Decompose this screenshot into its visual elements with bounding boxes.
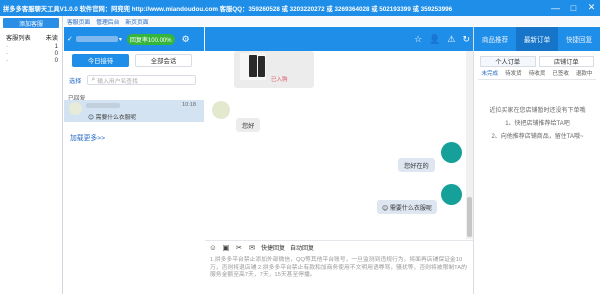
customer-name: ·: [6, 58, 8, 64]
unread-count: 0: [54, 51, 58, 57]
search-placeholder: 输入用户名查找: [97, 78, 138, 85]
tab-store-orders[interactable]: 店铺订单: [538, 56, 594, 67]
chat-header-icons: ☆ 👤 ⚠ ↻: [414, 34, 470, 45]
warning-icon[interactable]: ⚠: [447, 34, 455, 45]
status-tab[interactable]: 待收货: [525, 69, 549, 79]
customer-row[interactable]: · 0: [0, 58, 62, 65]
status-tab[interactable]: 已签收: [549, 69, 573, 79]
avatar: [441, 184, 462, 205]
session-header: ✓ ▾ 回复率100.00% ⚙: [64, 27, 204, 51]
customer-row[interactable]: · 0: [0, 51, 62, 58]
avatar: [69, 102, 82, 115]
link-new-page[interactable]: 新页页面: [125, 17, 148, 26]
maximize-icon[interactable]: □: [568, 2, 579, 13]
col-unread: 未读: [45, 35, 58, 42]
search-icon: ⌕: [91, 76, 96, 83]
image-icon[interactable]: ▣: [222, 243, 230, 252]
session-list-item[interactable]: 10:18 😊 需要什么衣服呢: [64, 100, 204, 122]
title-bar: 拼多多客服聊天工具V1.0.0 软件官网：阿兜兜 http://www.mian…: [0, 0, 600, 16]
minimize-icon[interactable]: —: [550, 2, 561, 13]
product-tag: 已入购: [271, 77, 288, 83]
scissors-icon[interactable]: ✂: [235, 243, 243, 252]
customer-list-header: 客服列表 未读: [0, 30, 62, 44]
status-tab[interactable]: 未完成: [478, 69, 502, 79]
tab-quick-reply[interactable]: 快捷回复: [558, 27, 600, 51]
product-image: [240, 53, 266, 80]
app-title: 拼多多客服聊天工具V1.0.0 软件官网：阿兜兜 http://www.mian…: [3, 5, 453, 13]
tab-today-reception[interactable]: 今日接待: [72, 54, 129, 67]
customer-name: ·: [6, 44, 8, 50]
chat-bubble-incoming: 您好: [236, 118, 261, 132]
pants-image: [249, 55, 257, 77]
col-customer-list: 客服列表: [6, 35, 31, 42]
right-panel: 商品推荐 最新订单 快捷回复 个人订单 店铺订单 未完成 待发货 待收货 已签收…: [473, 27, 600, 294]
emoji-icon[interactable]: ☺: [209, 243, 217, 252]
chat-header: ☆ 👤 ⚠ ↻: [205, 27, 478, 51]
product-card-message[interactable]: 已入购: [234, 51, 314, 88]
no-orders-line: 近拉买家在您店铺暂时还没有下单哦: [489, 108, 586, 114]
unread-count: 0: [54, 58, 58, 64]
customer-service-panel: 添加客服 客服列表 未读 · 1 · 0 · 0: [0, 16, 63, 294]
avatar: [212, 101, 230, 119]
unread-count: 1: [54, 44, 58, 50]
tab-all-sessions[interactable]: 全部会话: [135, 54, 192, 67]
no-orders-line: 1、快把店铺推荐给TA吧: [505, 121, 570, 127]
add-service-button[interactable]: 添加客服: [3, 18, 59, 28]
message-input[interactable]: 1.拼多多平台禁止添加外部微信，QQ等其他平台账号，一旦监测到违规行为，将面再店…: [205, 254, 473, 294]
link-service-page[interactable]: 客服页面: [67, 17, 90, 26]
status-tab[interactable]: 退款中: [572, 69, 596, 79]
chat-toolbar: ☺ ▣ ✂ ✉ 快捷回复 自动回复: [205, 240, 473, 254]
no-orders-message: 近拉买家在您店铺暂时还没有下单哦 1、快把店铺推荐给TA吧 2、向他推荐店铺商品…: [474, 105, 600, 144]
chat-bubble-outgoing: 您好在的: [398, 158, 435, 172]
tab-latest-orders[interactable]: 最新订单: [516, 27, 558, 51]
chat-scrollbar-thumb[interactable]: [467, 197, 472, 237]
chevron-down-icon[interactable]: ▾: [119, 36, 122, 43]
session-time: 10:18: [182, 102, 196, 108]
tab-product-recommend[interactable]: 商品推荐: [474, 27, 516, 51]
account-name-blurred[interactable]: [75, 36, 118, 42]
session-tabs: 今日接待 全部会话: [64, 54, 204, 68]
load-more-link[interactable]: 加载更多>>: [70, 132, 105, 142]
no-orders-line: 2、向他推荐店铺商品，留住TA哦~: [491, 134, 584, 140]
close-icon[interactable]: ✕: [586, 2, 597, 13]
session-search-row: 选择 ⌕ 输入用户名查找: [64, 74, 204, 86]
session-name-blurred: [86, 103, 120, 108]
check-icon: ✓: [67, 36, 73, 43]
customer-row[interactable]: · 1: [0, 44, 62, 51]
quick-reply-button[interactable]: 快捷回复: [261, 243, 285, 252]
select-link[interactable]: 选择: [69, 76, 81, 85]
search-input[interactable]: ⌕ 输入用户名查找: [87, 75, 196, 85]
top-links: 客服页面 管理后台 新页页面: [64, 16, 600, 26]
status-tab[interactable]: 待发货: [502, 69, 526, 79]
tab-personal-orders[interactable]: 个人订单: [480, 56, 536, 67]
customer-name: ·: [6, 51, 8, 57]
order-status-tabs: 未完成 待发货 待收货 已签收 退款中: [478, 69, 596, 80]
user-icon[interactable]: 👤: [429, 34, 440, 45]
quick-reply-icon[interactable]: ✉: [248, 243, 256, 252]
window-controls: — □ ✕: [550, 2, 597, 13]
session-last-message: 😊 需要什么衣服呢: [88, 115, 137, 121]
reply-rate-badge: 回复率100.00%: [126, 33, 175, 45]
avatar: [441, 142, 462, 163]
chat-messages: 已入购 您好 您好在的 😊 需要什么衣服呢: [205, 51, 473, 239]
chat-bubble-outgoing: 😊 需要什么衣服呢: [377, 200, 437, 214]
right-tabs: 商品推荐 最新订单 快捷回复: [474, 27, 600, 51]
order-subtabs: 个人订单 店铺订单: [474, 51, 600, 67]
gear-icon[interactable]: ⚙: [182, 34, 190, 45]
auto-reply-button[interactable]: 自动回复: [290, 243, 314, 252]
pants-image: [258, 56, 265, 77]
star-icon[interactable]: ☆: [414, 34, 422, 45]
refresh-icon[interactable]: ↻: [462, 34, 470, 45]
link-admin[interactable]: 管理后台: [96, 17, 119, 26]
